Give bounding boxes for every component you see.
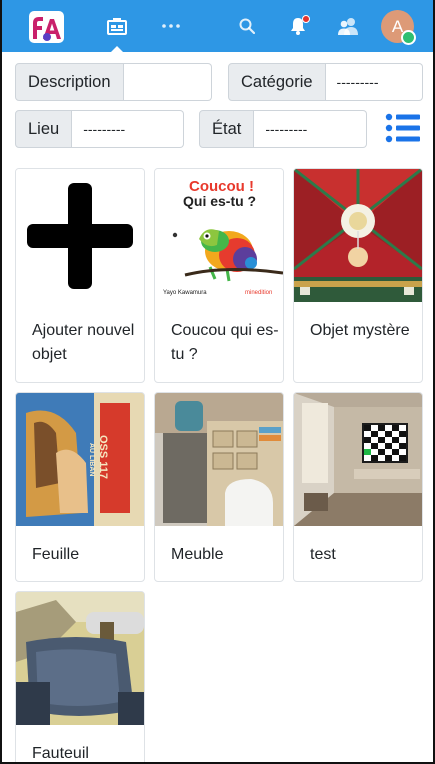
filter-categorie-label: Catégorie	[228, 63, 326, 101]
nav-notifications[interactable]	[276, 0, 320, 52]
card-image	[16, 592, 144, 725]
search-icon	[239, 18, 255, 34]
filter-categorie: Catégorie ---------	[228, 63, 423, 101]
top-navbar: A	[2, 0, 433, 53]
filter-description-label: Description	[15, 63, 124, 101]
nav-inventory[interactable]	[95, 0, 139, 53]
card-image: Coucou ! Qui es-tu ? Yayo Kawamura mined…	[155, 169, 283, 302]
card-title: Fauteuil	[32, 745, 89, 762]
card-object[interactable]: Objet mystère	[293, 168, 423, 383]
filter-lieu-label: Lieu	[15, 110, 73, 148]
etat-select[interactable]: ---------	[254, 110, 367, 148]
inventory-icon	[107, 18, 127, 35]
list-view-toggle[interactable]	[385, 113, 421, 143]
card-title: Feuille	[32, 546, 80, 563]
notification-badge	[302, 15, 310, 23]
card-title: Coucou qui es-tu ?	[171, 322, 279, 363]
description-input[interactable]	[123, 63, 212, 101]
card-object[interactable]: test	[293, 392, 423, 582]
card-object[interactable]: Fauteuil	[15, 591, 145, 762]
app-logo[interactable]	[29, 11, 64, 43]
lieu-select[interactable]: ---------	[72, 110, 184, 148]
cover-publisher: minedition	[245, 290, 272, 296]
card-image	[16, 169, 144, 302]
chair-photo	[16, 592, 144, 725]
card-image	[155, 393, 283, 526]
book-cover-image: Coucou ! Qui es-tu ? Yayo Kawamura mined…	[163, 178, 283, 296]
cover-title-2: Qui es-tu ?	[183, 193, 256, 209]
card-object[interactable]: OSS 117 AU LIBAN Feuille	[15, 392, 145, 582]
nav-users[interactable]	[326, 0, 370, 52]
poster-text-1: OSS 117	[97, 435, 109, 479]
card-image: OSS 117 AU LIBAN	[16, 393, 144, 526]
tv-checker-pattern	[364, 425, 406, 461]
nav-search[interactable]	[225, 0, 269, 52]
users-icon	[338, 18, 358, 35]
card-image	[294, 393, 422, 526]
card-title: Objet mystère	[310, 322, 410, 339]
card-image	[294, 169, 422, 302]
list-icon	[385, 113, 420, 143]
nav-more[interactable]	[149, 0, 193, 52]
card-title: Ajouter nouvel objet	[32, 322, 135, 363]
card-title: test	[310, 546, 336, 563]
cover-author: Yayo Kawamura	[163, 290, 207, 296]
filter-etat: État ---------	[199, 110, 367, 148]
filter-description: Description	[15, 63, 212, 101]
filter-etat-label: État	[199, 110, 255, 148]
card-object[interactable]: Meuble	[154, 392, 284, 582]
categorie-select[interactable]: ---------	[325, 63, 423, 101]
card-title: Meuble	[171, 546, 224, 563]
more-icon	[162, 24, 180, 28]
app-frame: A Description Catégorie --------- Lieu -…	[0, 0, 435, 764]
filter-lieu: Lieu ---------	[15, 110, 184, 148]
ceiling-photo	[294, 169, 422, 302]
plus-icon	[27, 183, 133, 289]
room-photo	[294, 393, 422, 526]
online-status-dot	[401, 30, 416, 45]
card-object[interactable]: Coucou ! Qui es-tu ? Yayo Kawamura mined…	[154, 168, 284, 383]
furniture-photo	[155, 393, 283, 526]
poster-text-2: AU LIBAN	[88, 443, 95, 476]
card-add-object[interactable]: Ajouter nouvel objet	[15, 168, 145, 383]
poster-photo: OSS 117 AU LIBAN	[16, 393, 144, 526]
